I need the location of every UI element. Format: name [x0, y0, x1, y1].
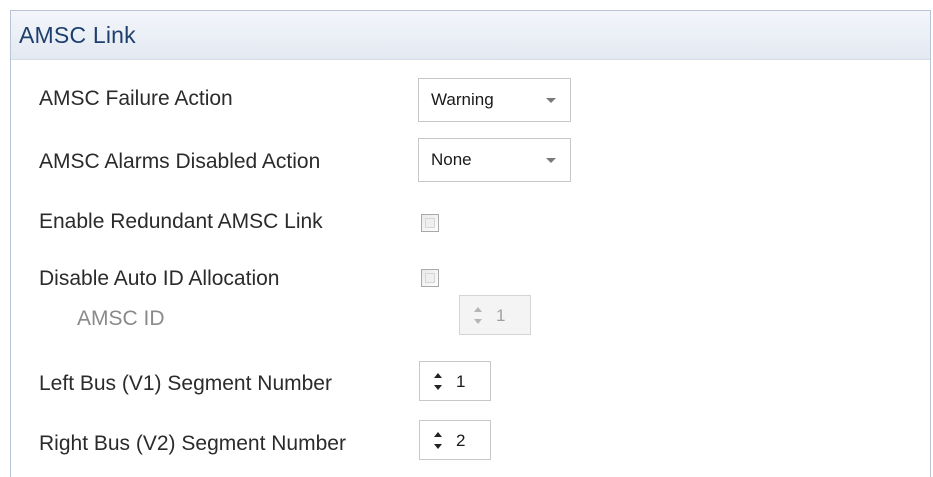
alarms-disabled-action-value: None	[431, 150, 472, 169]
left-bus-value: 1	[456, 372, 466, 391]
right-bus-label: Right Bus (V2) Segment Number	[39, 432, 346, 455]
spin-up-icon	[474, 307, 482, 312]
disable-auto-id-checkbox[interactable]	[421, 269, 439, 287]
chevron-down-icon	[546, 158, 556, 163]
enable-redundant-checkbox[interactable]	[421, 214, 439, 232]
alarms-disabled-action-dropdown[interactable]: None	[418, 138, 571, 182]
left-bus-spinner[interactable]: 1	[419, 361, 491, 401]
failure-action-value: Warning	[431, 90, 494, 109]
panel-title: AMSC Link	[19, 22, 136, 48]
chevron-down-icon	[546, 98, 556, 103]
enable-redundant-label: Enable Redundant AMSC Link	[39, 210, 323, 233]
spin-down-icon[interactable]	[434, 385, 442, 390]
amsc-link-panel: AMSC Link AMSC Failure Action Warning AM…	[10, 10, 931, 477]
left-bus-label: Left Bus (V1) Segment Number	[39, 372, 332, 395]
panel-header: AMSC Link	[11, 11, 930, 60]
failure-action-label: AMSC Failure Action	[39, 87, 233, 110]
amsc-id-spinner[interactable]: 1	[459, 295, 531, 335]
disable-auto-id-label: Disable Auto ID Allocation	[39, 267, 280, 290]
amsc-id-label: AMSC ID	[77, 307, 165, 330]
right-bus-value: 2	[456, 431, 466, 450]
amsc-id-value: 1	[496, 306, 506, 325]
spin-up-icon[interactable]	[434, 373, 442, 378]
spin-down-icon	[474, 319, 482, 324]
alarms-disabled-action-label: AMSC Alarms Disabled Action	[39, 150, 321, 173]
spin-up-icon[interactable]	[434, 432, 442, 437]
spin-down-icon[interactable]	[434, 444, 442, 449]
failure-action-dropdown[interactable]: Warning	[418, 78, 571, 122]
right-bus-spinner[interactable]: 2	[419, 420, 491, 460]
